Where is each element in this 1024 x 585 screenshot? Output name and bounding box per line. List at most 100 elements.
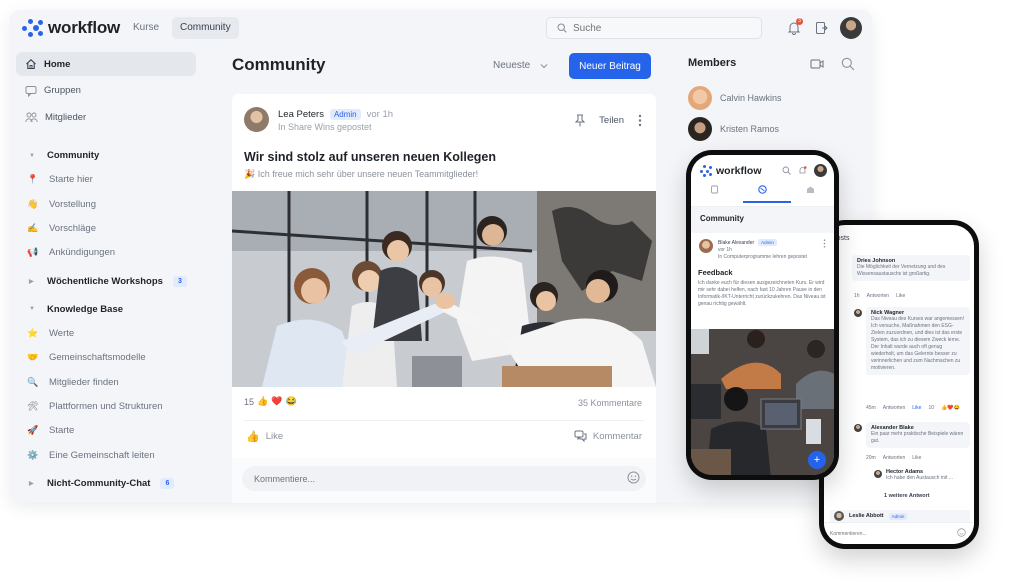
- share-button[interactable]: Teilen: [599, 115, 624, 126]
- door-exit-icon: [815, 22, 828, 34]
- sidebar-item-plattformen[interactable]: 🛠 Plattformen und Strukturen: [16, 394, 196, 418]
- like-button[interactable]: 👍 Like: [246, 430, 283, 443]
- sidebar-item-home[interactable]: Home: [16, 52, 196, 76]
- emoji-picker-icon[interactable]: [957, 528, 966, 537]
- post-body: Ich danke euch für diesen ausgezeichnete…: [698, 280, 826, 307]
- mobile-posts-phone: Posts Dries Johnson Die Möglichkeit der …: [819, 220, 979, 549]
- sidebar-group-chat[interactable]: ▶ Nicht-Community-Chat 6: [16, 471, 196, 495]
- search-box[interactable]: [546, 17, 762, 39]
- thumbs-up-icon: 👍: [246, 431, 260, 443]
- comment: Dries Johnson Die Möglichkeit der Vernet…: [852, 255, 970, 281]
- post-location: In Computerprogramme lehren gepostet: [718, 254, 807, 260]
- more-vertical-icon[interactable]: [638, 114, 642, 127]
- notification-count-badge: 3: [796, 18, 803, 25]
- author-name[interactable]: Lea Peters: [278, 109, 324, 120]
- pin-icon: 📍: [27, 174, 39, 185]
- post-author-line: Lea Peters Admin vor 1h: [278, 109, 393, 120]
- notifications-button[interactable]: 3: [785, 18, 803, 37]
- chat-icon: [25, 85, 37, 97]
- author-avatar[interactable]: [699, 239, 713, 253]
- member-item[interactable]: Calvin Hawkins: [688, 86, 782, 110]
- post-image-team-high-five[interactable]: [232, 191, 656, 387]
- reply-button[interactable]: Antworten: [883, 455, 906, 461]
- comment-input[interactable]: [242, 466, 646, 491]
- post-body: 🎉 Ich freue mich sehr über unsere neuen …: [244, 169, 479, 179]
- pin-icon[interactable]: [575, 114, 586, 127]
- author-name[interactable]: Blake Alexander: [718, 240, 754, 246]
- heart-icon: ❤️: [271, 396, 283, 406]
- reactions-summary[interactable]: 15 👍 ❤️ 😂: [244, 396, 297, 407]
- rocket-icon: 🚀: [27, 425, 39, 436]
- sidebar-item-label: Ankündigungen: [49, 247, 116, 259]
- post-time: vor 1h: [718, 247, 732, 253]
- sidebar-item-label: Vorstellung: [49, 198, 97, 210]
- logout-button[interactable]: [812, 19, 830, 37]
- like-button[interactable]: Like: [912, 455, 921, 461]
- sidebar-item-label: Home: [44, 58, 71, 70]
- like-label: Like: [265, 431, 284, 442]
- sidebar-item-label: Starte hier: [49, 174, 93, 186]
- like-button[interactable]: Like: [896, 293, 905, 299]
- comment-button[interactable]: Kommentar: [574, 430, 642, 442]
- author-avatar[interactable]: [244, 107, 269, 132]
- sidebar-group-knowledge-base[interactable]: ▼ Knowledge Base: [16, 297, 196, 321]
- user-avatar[interactable]: [840, 17, 862, 39]
- emoji-picker-icon[interactable]: [627, 471, 640, 484]
- user-avatar[interactable]: [814, 164, 827, 177]
- sidebar-group-workshops[interactable]: ▶ Wöchentliche Workshops 3: [16, 269, 196, 293]
- workflow-logo-icon: [700, 165, 712, 177]
- sidebar-item-gemeinschaftsmodelle[interactable]: 🤝 Gemeinschaftsmodelle: [16, 345, 196, 369]
- sidebar-item-label: Eine Gemeinschaft leiten: [49, 449, 155, 461]
- sidebar-item-mitglieder[interactable]: Mitglieder: [16, 105, 196, 129]
- sidebar-group-community[interactable]: ▼ Community: [16, 144, 196, 168]
- courses-tab-icon[interactable]: [710, 185, 719, 194]
- tab-kurse[interactable]: Kurse: [125, 17, 167, 39]
- community-tab-icon[interactable]: [758, 185, 767, 194]
- sidebar-item-label: Starte: [49, 425, 75, 437]
- logo[interactable]: workflow: [22, 18, 120, 38]
- reply-button[interactable]: Antworten: [883, 405, 906, 411]
- members-search-icon[interactable]: [841, 57, 855, 71]
- magnifier-icon: 🔍: [27, 376, 39, 387]
- comments-count[interactable]: 35 Kommentare: [578, 398, 642, 408]
- sidebar-item-mitglieder-finden[interactable]: 🔍 Mitglieder finden: [16, 370, 196, 394]
- sidebar-item-vorschlaege[interactable]: ✍️ Vorschläge: [16, 216, 196, 240]
- more-replies-link[interactable]: 1 weitere Antwort: [884, 493, 930, 499]
- sidebar: Home Gruppen Mitglieder ▼ Community 📍 Sta…: [16, 52, 196, 495]
- bell-icon[interactable]: [798, 166, 807, 175]
- comment-author[interactable]: Leslie Abbott: [849, 513, 884, 519]
- wave-icon: 👋: [27, 198, 39, 209]
- sidebar-item-label: Werte: [49, 327, 75, 339]
- sidebar-item-starte[interactable]: 🚀 Starte: [16, 419, 196, 443]
- sidebar-item-gemeinschaft-leiten[interactable]: ⚙️ Eine Gemeinschaft leiten: [16, 443, 196, 467]
- search-input[interactable]: [573, 22, 753, 34]
- member-item[interactable]: Kristen Ramos: [688, 117, 779, 141]
- mobile-comment-input[interactable]: [830, 527, 956, 540]
- writing-hand-icon: ✍️: [27, 222, 39, 233]
- caret-right-icon: ▶: [29, 278, 34, 285]
- role-badge: Admin: [888, 512, 908, 520]
- video-icon[interactable]: [810, 59, 824, 69]
- sidebar-item-vorstellung[interactable]: 👋 Vorstellung: [16, 192, 196, 216]
- sidebar-item-starte-hier[interactable]: 📍 Starte hier: [16, 168, 196, 192]
- members-tab-icon[interactable]: [806, 185, 815, 194]
- role-badge: Admin: [758, 239, 777, 246]
- post-image-coding-team[interactable]: +: [691, 329, 834, 475]
- sort-dropdown[interactable]: Neueste: [493, 60, 548, 71]
- tab-community[interactable]: Community: [172, 17, 239, 39]
- megaphone-icon: 📢: [27, 247, 39, 258]
- post-title: Feedback: [698, 268, 733, 277]
- more-vertical-icon[interactable]: [823, 239, 826, 248]
- mobile-logo[interactable]: workflow: [700, 165, 762, 177]
- sidebar-item-gruppen[interactable]: Gruppen: [16, 79, 196, 103]
- reply-button[interactable]: Antworten: [867, 293, 890, 299]
- sidebar-item-werte[interactable]: ⭐ Werte: [16, 321, 196, 345]
- search-icon[interactable]: [782, 166, 791, 175]
- sidebar-item-ankuendigungen[interactable]: 📢 Ankündigungen: [16, 241, 196, 265]
- caret-down-icon: ▼: [29, 306, 35, 313]
- search-icon: [557, 23, 567, 33]
- create-post-fab[interactable]: +: [808, 451, 826, 469]
- new-post-button[interactable]: Neuer Beitrag: [569, 53, 651, 79]
- comment: Leslie Abbott Admin: [830, 510, 970, 522]
- like-button[interactable]: Like: [912, 405, 921, 411]
